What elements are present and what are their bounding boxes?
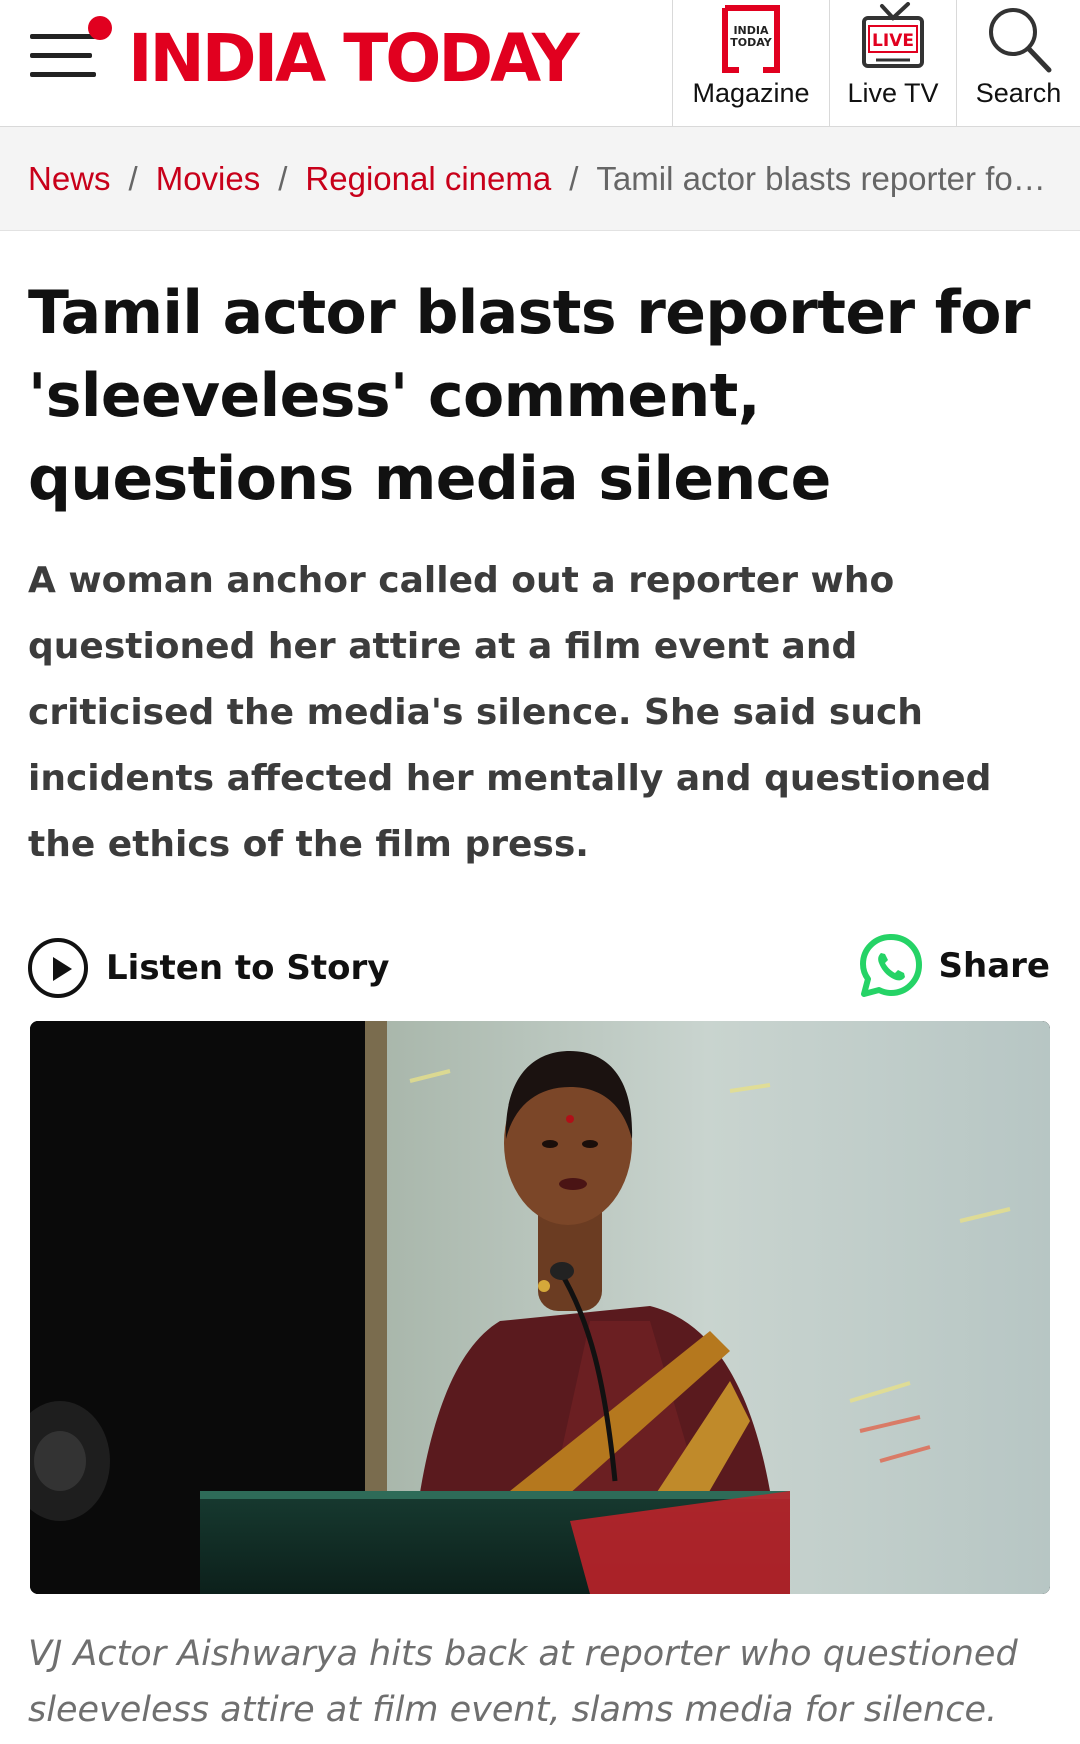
notification-dot <box>88 16 112 40</box>
breadcrumb-news[interactable]: News <box>28 160 111 198</box>
magazine-icon: INDIA TODAY <box>721 4 781 78</box>
breadcrumb: News / Movies / Regional cinema / Tamil … <box>0 127 1080 231</box>
play-icon <box>28 938 88 998</box>
svg-text:LIVE: LIVE <box>872 31 914 51</box>
nav-search[interactable]: Search <box>956 0 1080 126</box>
nav-live-tv[interactable]: LIVE Live TV <box>829 0 956 126</box>
article-headline: Tamil actor blasts reporter for 'sleevel… <box>28 278 1030 514</box>
live-tv-icon: LIVE <box>860 2 926 78</box>
nav-live-tv-label: Live TV <box>847 78 939 108</box>
menu-bar <box>30 72 96 77</box>
listen-to-story-button[interactable]: Listen to Story <box>28 935 389 1001</box>
photo-caption: VJ Actor Aishwarya hits back at reporter… <box>28 1634 1018 1730</box>
listen-label: Listen to Story <box>106 948 390 988</box>
menu-bar <box>30 34 96 39</box>
breadcrumb-regional-cinema[interactable]: Regional cinema <box>305 160 551 198</box>
whatsapp-share-button[interactable]: Share <box>857 930 1050 1002</box>
breadcrumb-separator: / <box>278 159 288 197</box>
nav-magazine-label: Magazine <box>692 78 810 108</box>
svg-text:TODAY: TODAY <box>730 36 772 49</box>
breadcrumb-separator: / <box>569 159 579 197</box>
search-icon <box>985 4 1053 78</box>
nav-search-label: Search <box>975 78 1062 108</box>
article-photo[interactable] <box>30 1021 1050 1594</box>
article-summary: A woman anchor called out a reporter who… <box>28 560 992 865</box>
breadcrumb-movies[interactable]: Movies <box>156 160 261 198</box>
site-header: INDIA TODAY INDIA TODAY Magazine LIVE Li… <box>0 0 1080 127</box>
nav-magazine[interactable]: INDIA TODAY Magazine <box>672 0 829 126</box>
whatsapp-icon <box>857 932 925 1000</box>
share-label: Share <box>938 946 1050 986</box>
breadcrumb-current: Tamil actor blasts reporter for 'sleevel… <box>596 159 1052 197</box>
india-today-logo[interactable]: INDIA TODAY <box>128 14 580 104</box>
menu-bar <box>30 53 92 58</box>
breadcrumb-separator: / <box>128 159 138 197</box>
hamburger-menu-icon[interactable] <box>30 16 112 84</box>
